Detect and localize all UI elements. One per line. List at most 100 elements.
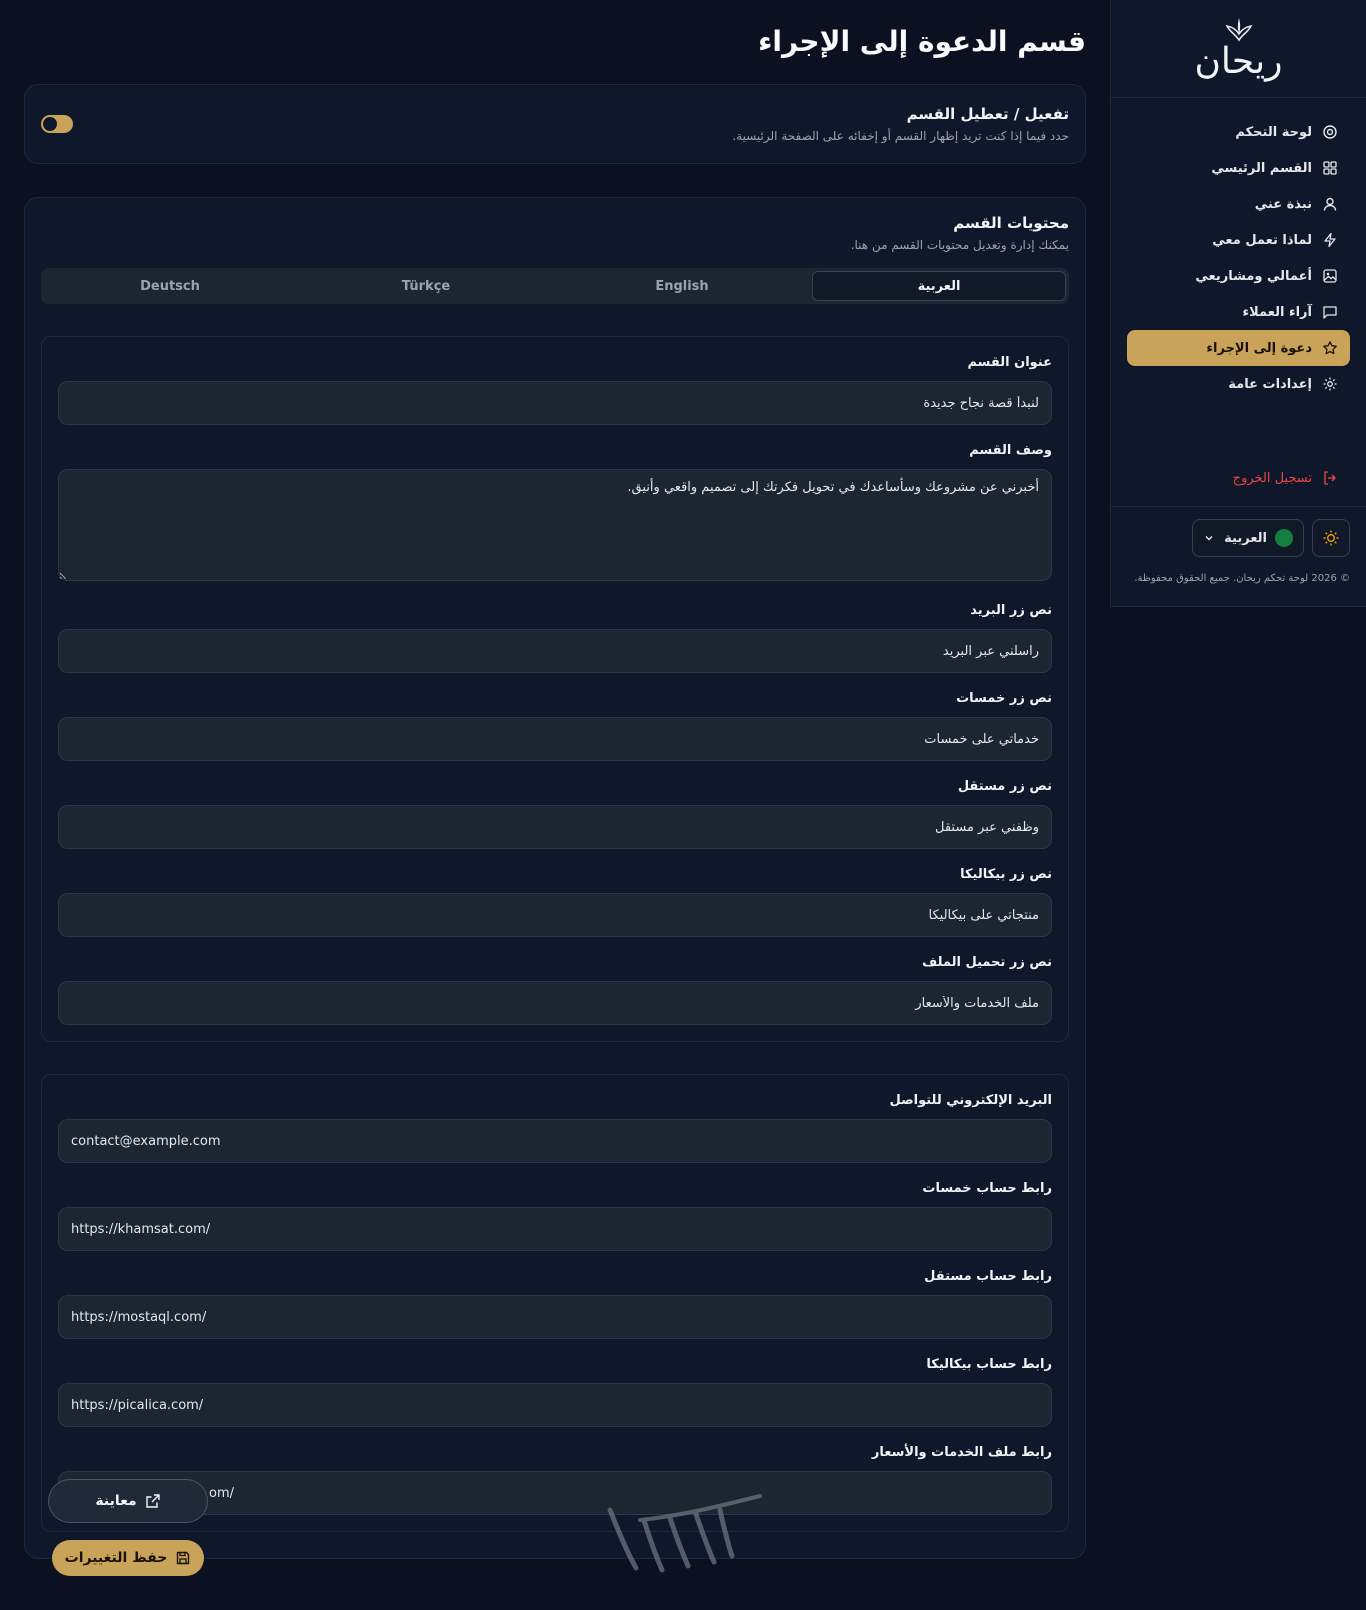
watermark-logo xyxy=(607,1494,762,1573)
picalica-button-text-input[interactable] xyxy=(58,893,1052,937)
content-title: محتويات القسم xyxy=(953,214,1069,232)
bolt-icon xyxy=(1324,232,1336,248)
save-button[interactable]: حفظ التغييرات xyxy=(52,1540,204,1576)
brand-name: ريحان xyxy=(1194,40,1283,82)
content-card: محتويات القسم يمكنك إدارة وتعديل محتويات… xyxy=(24,197,1086,1559)
section-enable-switch[interactable] xyxy=(41,115,73,133)
mostaql-button-text-input[interactable] xyxy=(58,805,1052,849)
tab-german[interactable]: Deutsch xyxy=(44,271,296,301)
field-label: عنوان القسم xyxy=(967,355,1052,370)
section-title-input[interactable] xyxy=(58,381,1052,425)
sidebar-item-portfolio[interactable]: أعمالي ومشاريعي xyxy=(1127,258,1350,294)
chevron-down-icon xyxy=(1205,536,1213,541)
field-contact-email: البريد الإلكتروني للتواصل xyxy=(58,1091,1052,1163)
field-label: رابط حساب خمسات xyxy=(922,1181,1052,1196)
sidebar-footer: العربية © 2026 لوحة تحكم ريحان. جميع الح… xyxy=(1111,506,1366,606)
sidebar-controls: العربية xyxy=(1127,519,1350,557)
field-label: رابط حساب مستقل xyxy=(924,1269,1052,1284)
sidebar-item-label: لوحة التحكم xyxy=(1235,124,1312,140)
sidebar-item-settings[interactable]: إعدادات عامة xyxy=(1127,366,1350,402)
field-label: نص زر البريد xyxy=(970,603,1052,618)
content-subtitle: يمكنك إدارة وتعديل محتويات القسم من هنا. xyxy=(850,238,1069,252)
save-icon xyxy=(177,1551,190,1565)
field-khamsat-link: رابط حساب خمسات xyxy=(58,1179,1052,1251)
field-email-btn: نص زر البريد xyxy=(58,601,1052,673)
field-section-title: عنوان القسم xyxy=(58,353,1052,425)
message-icon xyxy=(1323,306,1337,319)
language-label: العربية xyxy=(1224,530,1267,546)
toggle-subtitle: حدد فيما إذا كنت تريد إظهار القسم أو إخف… xyxy=(732,129,1069,143)
language-select[interactable]: العربية xyxy=(1192,519,1304,557)
save-label: حفظ التغييرات xyxy=(64,1550,168,1566)
theme-toggle-button[interactable] xyxy=(1312,519,1350,557)
links-group: البريد الإلكتروني للتواصل رابط حساب خمسا… xyxy=(41,1074,1069,1532)
sidebar-item-cta[interactable]: دعوة إلى الإجراء xyxy=(1127,330,1350,366)
text-fields-group: عنوان القسم وصف القسم أخبرني عن مشروعك و… xyxy=(41,336,1069,1042)
switch-knob xyxy=(43,117,57,131)
field-khamsat-btn: نص زر خمسات xyxy=(58,689,1052,761)
sidebar-item-label: لماذا تعمل معي xyxy=(1212,232,1312,248)
tab-english[interactable]: English xyxy=(556,271,808,301)
sidebar-item-hero[interactable]: القسم الرئيسي xyxy=(1127,150,1350,186)
section-description-textarea[interactable]: أخبرني عن مشروعك وسأساعدك في تحويل فكرتك… xyxy=(58,469,1052,581)
logout-icon xyxy=(1324,471,1336,485)
copyright: © 2026 لوحة تحكم ريحان. جميع الحقوق محفو… xyxy=(1134,573,1350,584)
preview-button[interactable]: معاينة xyxy=(48,1479,208,1523)
toggle-card: تفعيل / تعطيل القسم حدد فيما إذا كنت تري… xyxy=(24,84,1086,164)
field-label: البريد الإلكتروني للتواصل xyxy=(889,1093,1052,1108)
sidebar-item-dashboard[interactable]: لوحة التحكم xyxy=(1127,114,1350,150)
field-picalica-link: رابط حساب بيكاليكا xyxy=(58,1355,1052,1427)
field-label: وصف القسم xyxy=(969,443,1052,458)
sidebar-nav: لوحة التحكم القسم الرئيسي نبذة عني لماذا… xyxy=(1111,98,1366,496)
field-label: نص زر تحميل الملف xyxy=(922,955,1052,970)
user-icon xyxy=(1323,197,1337,211)
sidebar: ريحان لوحة التحكم القسم الرئيسي نبذة عني… xyxy=(1110,0,1366,607)
saudi-flag-icon xyxy=(1275,529,1293,547)
field-picalica-btn: نص زر بيكاليكا xyxy=(58,865,1052,937)
dashboard-icon xyxy=(1323,125,1337,139)
sidebar-item-why[interactable]: لماذا تعمل معي xyxy=(1127,222,1350,258)
sidebar-item-label: آراء العملاء xyxy=(1242,304,1312,320)
file-button-text-input[interactable] xyxy=(58,981,1052,1025)
tab-arabic[interactable]: العربية xyxy=(812,271,1066,301)
toggle-text: تفعيل / تعطيل القسم حدد فيما إذا كنت تري… xyxy=(732,105,1069,143)
brand: ريحان xyxy=(1111,0,1366,98)
khamsat-button-text-input[interactable] xyxy=(58,717,1052,761)
logout-button[interactable]: تسجيل الخروج xyxy=(1127,460,1350,496)
mostaql-link-input[interactable] xyxy=(58,1295,1052,1339)
star-icon xyxy=(1323,341,1337,355)
field-section-desc: وصف القسم أخبرني عن مشروعك وسأساعدك في ت… xyxy=(58,441,1052,585)
main-content: قسم الدعوة إلى الإجراء تفعيل / تعطيل الق… xyxy=(24,0,1086,1559)
sidebar-item-label: القسم الرئيسي xyxy=(1211,160,1312,176)
sidebar-item-label: أعمالي ومشاريعي xyxy=(1195,268,1312,284)
tab-turkish[interactable]: Türkçe xyxy=(300,271,552,301)
field-mostaql-link: رابط حساب مستقل xyxy=(58,1267,1052,1339)
sun-icon xyxy=(1323,530,1339,546)
khamsat-link-input[interactable] xyxy=(58,1207,1052,1251)
field-file-btn: نص زر تحميل الملف xyxy=(58,953,1052,1025)
field-label: نص زر بيكاليكا xyxy=(960,867,1052,882)
sidebar-item-label: إعدادات عامة xyxy=(1228,376,1312,392)
toggle-title: تفعيل / تعطيل القسم xyxy=(906,105,1069,123)
sidebar-item-about[interactable]: نبذة عني xyxy=(1127,186,1350,222)
sidebar-item-testimonials[interactable]: آراء العملاء xyxy=(1127,294,1350,330)
field-label: رابط ملف الخدمات والأسعار xyxy=(871,1445,1052,1460)
sidebar-item-label: نبذة عني xyxy=(1254,196,1312,212)
page-title: قسم الدعوة إلى الإجراء xyxy=(758,25,1086,58)
gear-icon xyxy=(1323,377,1337,391)
contact-email-input[interactable] xyxy=(58,1119,1052,1163)
picalica-link-input[interactable] xyxy=(58,1383,1052,1427)
preview-label: معاينة xyxy=(95,1493,137,1509)
image-icon xyxy=(1323,269,1337,283)
field-label: نص زر خمسات xyxy=(956,691,1052,706)
field-mostaql-btn: نص زر مستقل xyxy=(58,777,1052,849)
file-link-input[interactable] xyxy=(58,1471,1052,1515)
external-link-icon xyxy=(145,1494,160,1508)
field-label: رابط حساب بيكاليكا xyxy=(926,1357,1052,1372)
grid-icon xyxy=(1323,161,1337,175)
logout-label: تسجيل الخروج xyxy=(1232,470,1312,486)
field-label: نص زر مستقل xyxy=(957,779,1052,794)
language-tabs: العربية English Türkçe Deutsch xyxy=(41,268,1069,304)
logo-icon xyxy=(1225,17,1252,41)
email-button-text-input[interactable] xyxy=(58,629,1052,673)
